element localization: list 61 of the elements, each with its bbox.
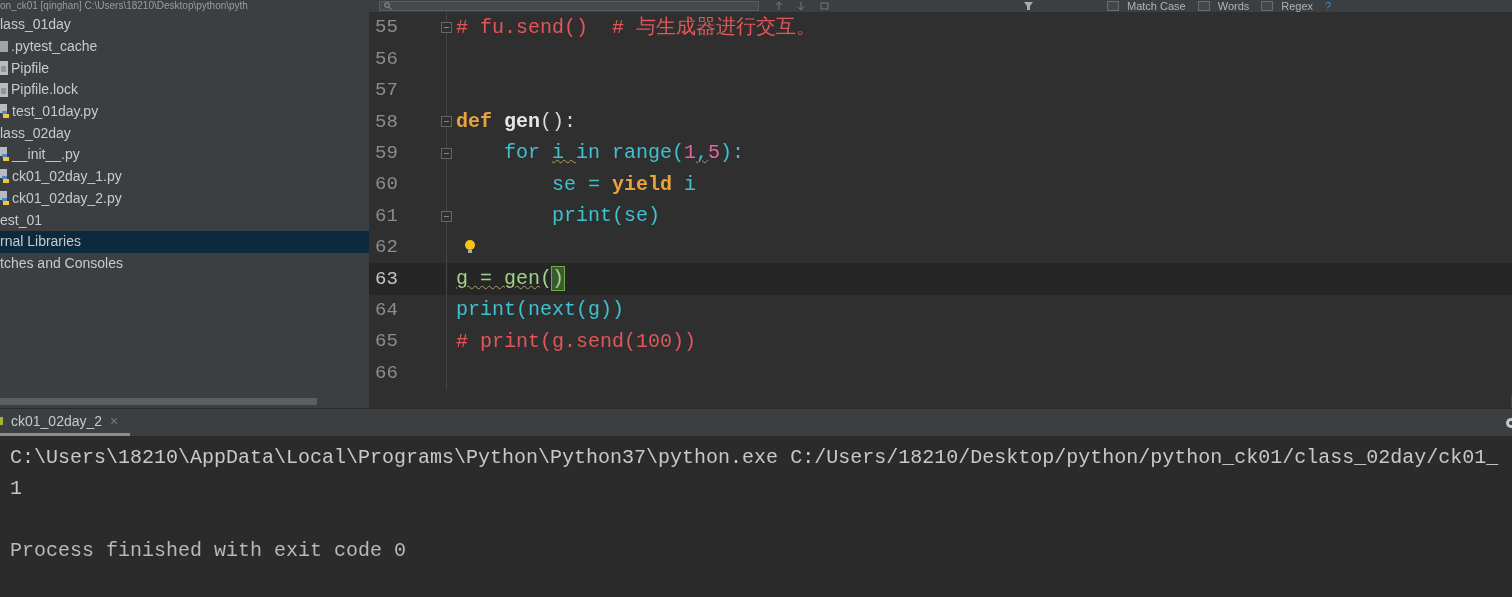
settings-icon[interactable] [1504,415,1512,430]
tree-item[interactable]: Pipfile [0,57,369,80]
option-label: Match Case [1127,0,1186,12]
code-line: se = yield i [551,171,697,198]
line-number: 62 [374,235,399,261]
line-number: 57 [374,78,399,104]
line-number: 59 [374,141,399,166]
line-number: 66 [374,360,399,386]
line-number: 63 [374,266,399,292]
tree-item[interactable]: test_01day.py [0,100,369,123]
checkbox[interactable] [1261,1,1274,11]
checkbox[interactable] [1197,1,1210,11]
fold-icon[interactable] [441,116,452,128]
python-file-icon [0,169,10,185]
tree-item[interactable]: __init__.py [0,144,369,166]
filter-icon [1023,1,1035,11]
console-line: Process finished with exit code 0 [9,538,408,564]
line-number: 60 [374,172,399,198]
tree-item[interactable]: lass_01day [0,14,369,36]
python-file-icon [0,147,10,163]
console-line: 1 [9,476,23,502]
fold-icon[interactable] [441,147,452,159]
tree-item[interactable]: est_01 [0,209,369,231]
line-number: 55 [374,15,399,41]
file-icon [0,82,8,97]
fold-icon[interactable] [441,210,452,222]
code-line: for i in range(1,5): [503,140,745,167]
code-line: # fu.send() # 与生成器进行交互。 [455,14,817,41]
code-line: g = gen() [455,265,565,292]
code-line: print(next(g)) [455,297,625,324]
console-line: C:\Users\18210\AppData\Local\Programs\Python\Python37\python.exe C:/Users/18210/Desktop/python/python_ck01/class_02day/ck01_ [9,445,1500,471]
run-icon [0,417,3,425]
python-file-icon [0,104,10,120]
tree-item[interactable]: rnal Libraries [0,230,369,253]
tree-item[interactable]: Pipfile.lock [0,79,369,101]
tab-label: ck01_02day_2 [11,411,103,431]
tree-item[interactable]: lass_02day [0,122,369,145]
tree-item[interactable]: tches and Consoles [0,252,369,275]
tree-item[interactable]: ck01_02day_1.py [0,165,369,188]
tree-item[interactable]: .pytest_cache [0,35,369,58]
search-icon [384,2,392,10]
option-label: Words [1217,0,1250,12]
code-line: def gen(): [455,108,577,135]
tree-item[interactable]: ck01_02day_2.py [0,187,369,210]
python-file-icon [0,190,10,206]
file-icon [0,61,8,76]
code-line: print(se) [551,203,661,230]
scrollbar[interactable] [0,398,317,405]
line-number: 65 [374,329,399,355]
line-number: 61 [374,203,399,229]
lightbulb-icon[interactable] [464,239,476,256]
project-title: on_ck01 [qinghan] C:\Users\18210\Desktop\python\pyth [0,0,248,11]
line-number: 56 [374,46,399,72]
option-label: Regex [1281,0,1314,12]
checkbox[interactable] [1107,1,1119,11]
line-number: 58 [374,109,399,135]
fold-icon[interactable] [441,22,452,34]
search-field[interactable] [379,1,759,11]
code-line: # print(g.send(100)) [455,328,697,355]
folder-icon [0,41,8,53]
line-number: 64 [374,297,399,323]
